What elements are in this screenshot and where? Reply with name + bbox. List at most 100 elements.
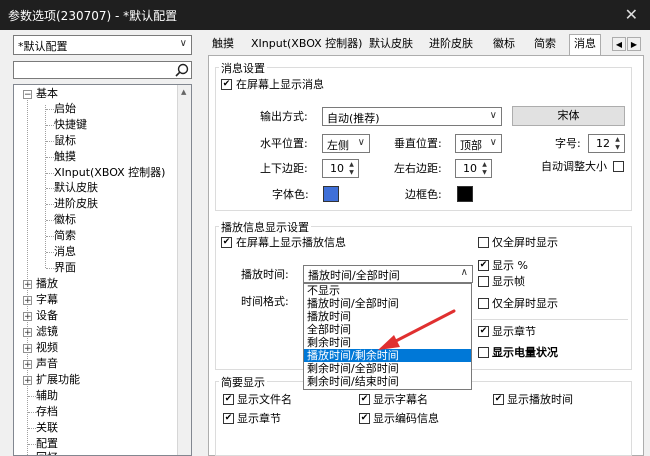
tree-child-item[interactable]: 鼠标 [54,134,76,148]
show-play-time-label: 显示播放时间 [507,393,573,406]
tree-item[interactable]: 回忆 [36,451,58,455]
show-message-checkbox[interactable]: ✔ [221,79,232,90]
tree-item[interactable]: 关联 [36,421,58,435]
tree-connector [28,428,36,429]
title-bar: 参数选项(230707) - *默认配置 ✕ [0,0,650,30]
tree-child-item[interactable]: 触摸 [54,150,76,164]
tree-connector [46,188,54,189]
show-frame-checkbox[interactable] [478,276,489,287]
tree-child-item-selected[interactable]: 消息 [54,245,76,259]
expand-icon[interactable]: + [23,376,32,386]
show-play-time-checkbox[interactable]: ✔ [493,394,504,405]
expand-icon[interactable]: + [23,360,32,370]
tree-child-item[interactable]: 界面 [54,261,76,275]
tree-item[interactable]: 播放 [36,277,58,291]
expand-icon[interactable]: + [23,280,32,290]
border-color-swatch[interactable] [457,186,473,202]
tree-connector [46,268,54,269]
tree-item[interactable]: 设备 [36,309,58,323]
expand-icon[interactable]: + [23,296,32,306]
tree-connector [28,412,36,413]
expand-icon[interactable]: + [23,312,32,322]
tree-child-item[interactable]: 默认皮肤 [54,181,98,195]
tree-child-item[interactable]: 启始 [54,102,76,116]
search-icon[interactable] [175,63,189,77]
auto-size-checkbox[interactable] [613,161,624,172]
dropdown-option[interactable]: 剩余时间/全部时间 [304,362,471,375]
play-time-select[interactable]: 播放时间/全部时间 ∧ [303,265,473,283]
tree-connector [46,204,54,205]
tree-item[interactable]: 声音 [36,357,58,371]
scroll-up-icon[interactable]: ▲ [181,88,186,96]
tab-xinput[interactable]: XInput(XBOX 控制器) [247,35,366,55]
preset-select[interactable]: *默认配置 ∨ [13,35,192,55]
tree-connector [27,97,28,455]
tree-child-item[interactable]: 快捷键 [54,118,87,132]
tree-item-basic[interactable]: 基本 [36,87,58,101]
tab-default-skin[interactable]: 默认皮肤 [365,35,417,55]
spinner-arrows-icon[interactable]: ▲ ▼ [479,161,490,177]
tree-child-item[interactable]: 徽标 [54,213,76,227]
tab-scroll-left-icon[interactable]: ◀ [612,37,626,51]
settings-tree[interactable]: − 基本 启始 快捷键 鼠标 触摸 XInput(XBOX 控制器) 默认皮肤 … [13,84,192,456]
search-input[interactable] [13,61,192,79]
tab-scroll-right-icon[interactable]: ▶ [627,37,641,51]
chevron-down-icon: ∨ [489,137,497,148]
tree-item[interactable]: 字幕 [36,293,58,307]
show-filename-checkbox[interactable]: ✔ [223,394,234,405]
fullscreen-only2-checkbox[interactable] [478,298,489,309]
border-color-label: 边框色: [405,188,442,201]
show-chapter-brief-checkbox[interactable]: ✔ [223,413,234,424]
hpos-label: 水平位置: [260,137,308,150]
tree-connector [28,444,36,445]
fullscreen-only2-label: 仅全屏时显示 [492,297,558,310]
time-format-label: 时间格式: [241,295,289,308]
show-chapter-checkbox[interactable]: ✔ [478,326,489,337]
show-play-info-checkbox[interactable]: ✔ [221,237,232,248]
vpos-select[interactable]: 顶部 ∨ [455,134,502,153]
expand-icon[interactable]: + [23,344,32,354]
show-percent-label: 显示 % [492,259,528,272]
tree-child-item[interactable]: 进阶皮肤 [54,197,98,211]
show-subtitle-name-checkbox[interactable]: ✔ [359,394,370,405]
chevron-up-icon: ∧ [460,267,468,278]
show-battery-checkbox[interactable] [478,347,489,358]
spinner-arrows-icon[interactable]: ▲ ▼ [346,161,357,177]
tree-child-item[interactable]: XInput(XBOX 控制器) [54,166,165,180]
tb-margin-label: 上下边距: [260,162,308,175]
fullscreen-only-checkbox[interactable] [478,237,489,248]
font-color-swatch[interactable] [323,186,339,202]
expand-icon[interactable]: + [23,328,32,338]
font-size-spinner[interactable]: 12 ▲ ▼ [588,134,625,153]
lr-margin-spinner[interactable]: 10 ▲ ▼ [455,159,492,178]
tab-message[interactable]: 消息 [569,34,601,57]
tree-item[interactable]: 视频 [36,341,58,355]
font-size-label: 字号: [555,137,581,150]
collapse-icon[interactable]: − [23,90,32,100]
tree-item[interactable]: 辅助 [36,389,58,403]
tree-item[interactable]: 配置 [36,437,58,451]
close-icon[interactable]: ✕ [625,5,638,24]
spinner-arrows-icon[interactable]: ▲ ▼ [612,136,623,152]
tree-connector [46,252,54,253]
tb-margin-spinner[interactable]: 10 ▲ ▼ [322,159,359,178]
tree-scrollbar[interactable]: ▲ [177,85,191,455]
tab-logo[interactable]: 徽标 [489,35,519,55]
font-button[interactable]: 宋体 [512,106,625,126]
tree-item[interactable]: 存档 [36,405,58,419]
dropdown-option[interactable]: 剩余时间/结束时间 [304,375,471,388]
output-mode-value: 自动(推荐) [327,112,380,125]
dropdown-option[interactable]: 不显示 [304,284,471,297]
show-percent-checkbox[interactable]: ✔ [478,260,489,271]
hpos-value: 左侧 [327,139,349,152]
show-codec-checkbox[interactable]: ✔ [359,413,370,424]
hpos-select[interactable]: 左侧 ∨ [322,134,370,153]
tree-child-item[interactable]: 简索 [54,229,76,243]
tree-connector [46,220,54,221]
output-mode-select[interactable]: 自动(推荐) ∨ [322,107,502,126]
tab-advanced-skin[interactable]: 进阶皮肤 [425,35,477,55]
tree-item[interactable]: 滤镜 [36,325,58,339]
tab-brief[interactable]: 简索 [530,35,560,55]
tab-touch[interactable]: 触摸 [208,35,238,55]
tree-item[interactable]: 扩展功能 [36,373,80,387]
